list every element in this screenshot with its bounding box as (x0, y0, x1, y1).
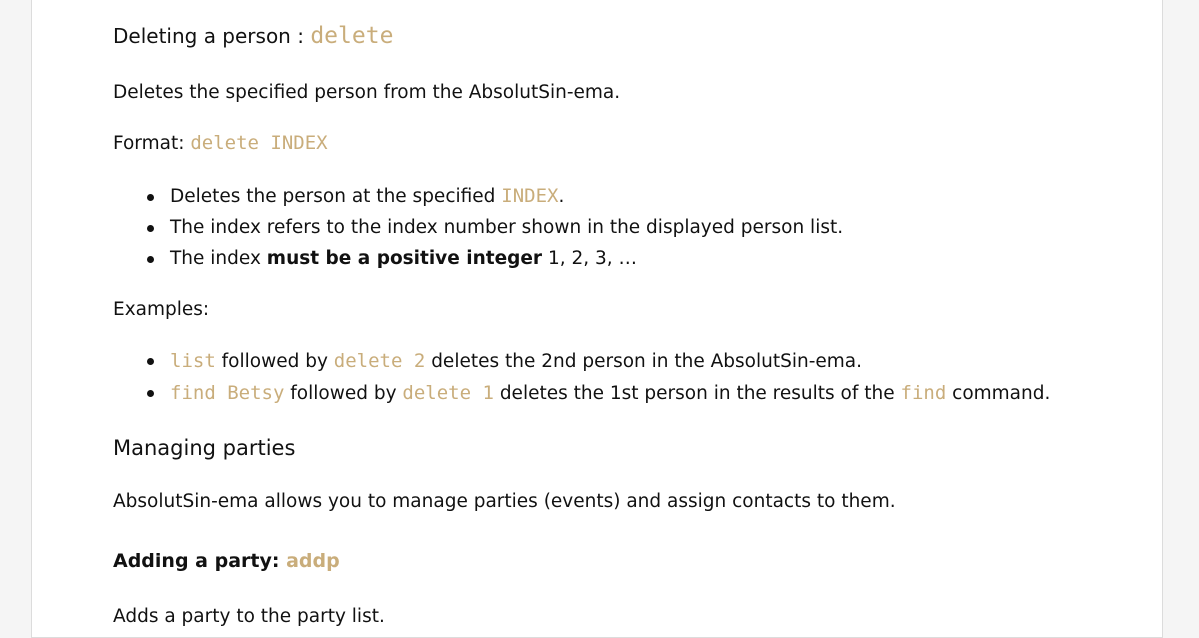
delete-heading: Deleting a person : delete (113, 23, 393, 49)
example-text: followed by (215, 351, 334, 372)
example-text: deletes the 2nd person in the AbsolutSin… (425, 351, 863, 372)
delete-format: Format: delete INDEX (113, 132, 328, 154)
note-text: 1, 2, 3, … (542, 248, 638, 269)
index-code: INDEX (501, 185, 559, 207)
example-code: find Betsy (170, 382, 285, 404)
delete-description: Deletes the specified person from the Ab… (113, 82, 621, 103)
delete-heading-text: Deleting a person : (113, 24, 311, 48)
parties-heading: Managing parties (113, 436, 296, 460)
list-item: The index refers to the index number sho… (113, 212, 843, 243)
parties-description: AbsolutSin-ema allows you to manage part… (113, 491, 896, 512)
list-item: list followed by delete 2 deletes the 2n… (113, 345, 1050, 377)
example-code: delete 1 (402, 382, 494, 404)
example-text: command. (946, 383, 1051, 404)
example-text: deletes the 1st person in the results of… (493, 383, 901, 404)
note-text: . (558, 186, 565, 207)
example-code: find (900, 382, 947, 404)
note-text: The index (170, 248, 267, 269)
format-label: Format: (113, 133, 191, 154)
add-party-heading: Adding a party: addp (113, 550, 340, 572)
list-item: Deletes the person at the specified INDE… (113, 181, 843, 212)
delete-heading-code: delete (310, 23, 394, 49)
list-item: The index must be a positive integer 1, … (113, 243, 843, 274)
add-party-description: Adds a party to the party list. (113, 606, 385, 627)
note-bold: must be a positive integer (266, 248, 543, 269)
example-text: followed by (284, 383, 403, 404)
documentation-page: Deleting a person : delete Deletes the s… (31, 0, 1163, 638)
list-item: find Betsy followed by delete 1 deletes … (113, 377, 1050, 409)
example-code: list (170, 350, 216, 372)
examples-list: list followed by delete 2 deletes the 2n… (113, 345, 1050, 409)
delete-notes-list: Deletes the person at the specified INDE… (113, 181, 843, 274)
note-text: The index refers to the index number sho… (170, 217, 844, 238)
note-text: Deletes the person at the specified (170, 186, 502, 207)
add-party-code: addp (286, 550, 340, 572)
examples-label: Examples: (113, 299, 210, 320)
add-party-heading-text: Adding a party: (113, 550, 287, 572)
example-code: delete 2 (333, 350, 426, 372)
format-code: delete INDEX (190, 132, 328, 154)
